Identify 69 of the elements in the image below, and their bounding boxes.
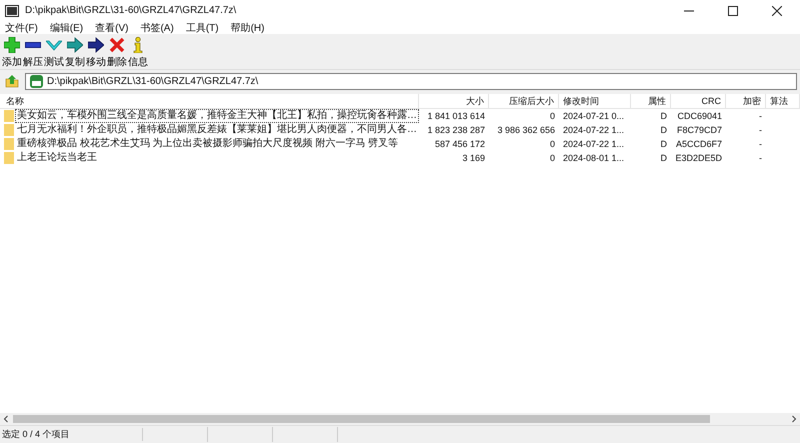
table-cell-text: A5CCD6F7 bbox=[674, 138, 723, 151]
info-icon bbox=[132, 37, 144, 53]
column-header[interactable]: 属性 bbox=[631, 94, 671, 108]
folder-icon bbox=[4, 138, 14, 150]
table-cell-text: 587 456 172 bbox=[434, 138, 486, 151]
menu-item[interactable]: 帮助(H) bbox=[230, 20, 264, 34]
table-cell-text: F8C79CD7 bbox=[676, 124, 723, 137]
table-cell-text: 2024-07-21 0... bbox=[562, 110, 626, 123]
column-header[interactable]: 算法 bbox=[766, 94, 800, 108]
column-header[interactable]: 大小 bbox=[419, 94, 489, 108]
menu-item[interactable]: 文件(F) bbox=[5, 20, 38, 34]
folder-icon bbox=[4, 124, 14, 136]
arrow-icon bbox=[67, 37, 83, 53]
table-cell-text: - bbox=[758, 124, 763, 137]
archive-icon bbox=[30, 74, 43, 88]
status-text: 选定 0 / 4 个项目 bbox=[0, 428, 143, 441]
file-name[interactable]: 重磅核弹极品 校花艺术生艾玛 为上位出卖被摄影师骗拍大尺度视频 附六一字马 劈叉等 bbox=[15, 137, 400, 151]
toolbar-button[interactable]: 信息 bbox=[128, 37, 148, 69]
close-icon[interactable] bbox=[772, 6, 782, 16]
toolbar-button[interactable]: 移动 bbox=[86, 37, 106, 69]
table-cell-text: - bbox=[758, 110, 763, 123]
table-cell-text: D bbox=[660, 138, 668, 151]
table-cell-text: 0 bbox=[548, 110, 556, 123]
plus-icon bbox=[4, 37, 20, 53]
folder-icon bbox=[4, 152, 14, 164]
menu-item[interactable]: 查看(V) bbox=[95, 20, 128, 34]
table-cell-text: 2024-07-22 1... bbox=[562, 138, 626, 151]
column-header[interactable]: 加密 bbox=[726, 94, 766, 108]
folder-icon bbox=[4, 110, 14, 122]
table-cell-text: E3D2DE5D bbox=[674, 152, 723, 165]
file-name[interactable]: 上老王论坛当老王 bbox=[15, 151, 99, 165]
table-cell-text: CDC69041 bbox=[676, 110, 723, 123]
table-cell-text: - bbox=[758, 138, 763, 151]
app-icon bbox=[5, 4, 19, 16]
toolbar-button[interactable]: 解压 bbox=[23, 37, 43, 69]
scroll-right-icon[interactable] bbox=[790, 415, 798, 423]
menu-item[interactable]: 书签(A) bbox=[140, 20, 174, 34]
table-cell-text: 2024-07-22 1... bbox=[562, 124, 626, 137]
cross-icon bbox=[109, 37, 125, 53]
file-name[interactable]: 七月无水福利！外企职员，推特极品媚黑反差婊【莱莱姐】堪比男人肉便器，不同男人各… bbox=[15, 123, 419, 137]
toolbar-button[interactable]: 测试 bbox=[44, 37, 64, 69]
menu-item[interactable]: 编辑(E) bbox=[50, 20, 84, 34]
scrollbar-thumb[interactable] bbox=[13, 415, 710, 423]
column-header[interactable]: 名称 bbox=[0, 94, 419, 108]
toolbar-button[interactable]: 复制 bbox=[65, 37, 85, 69]
table-cell-text: 0 bbox=[548, 138, 556, 151]
column-header[interactable]: 压缩后大小 bbox=[489, 94, 559, 108]
toolbar-button[interactable]: 删除 bbox=[107, 37, 127, 69]
column-header[interactable]: CRC bbox=[671, 94, 726, 108]
arrow-icon bbox=[88, 37, 104, 53]
maximize-icon[interactable] bbox=[728, 6, 738, 16]
window-title: D:\pikpak\Bit\GRZL\31-60\GRZL47\GRZL47.7z\ bbox=[25, 5, 236, 16]
file-name[interactable]: 美女如云，车模外围三线全是高质量名媛，推特金主大神【北王】私拍，操控玩肏各种露… bbox=[15, 109, 419, 123]
toolbar-button[interactable]: 添加 bbox=[2, 37, 22, 69]
table-cell-text: 0 bbox=[548, 152, 556, 165]
table-cell-text: 1 841 013 614 bbox=[426, 110, 486, 123]
scroll-left-icon[interactable] bbox=[2, 415, 10, 423]
table-cell-text: 3 986 362 656 bbox=[496, 124, 556, 137]
column-header[interactable]: 修改时间 bbox=[559, 94, 631, 108]
menu-item[interactable]: 工具(T) bbox=[186, 20, 219, 34]
table-cell-text: D bbox=[660, 124, 668, 137]
address-field[interactable]: D:\pikpak\Bit\GRZL\31-60\GRZL47\GRZL47.7z\ bbox=[25, 72, 797, 90]
table-cell-text: 3 169 bbox=[461, 152, 486, 165]
table-cell-text: 1 823 238 287 bbox=[426, 124, 486, 137]
table-cell-text: D bbox=[660, 110, 668, 123]
table-cell-text: D bbox=[660, 152, 668, 165]
table-cell-text: 2024-08-01 1... bbox=[562, 152, 626, 165]
up-folder-icon[interactable] bbox=[5, 74, 19, 88]
table-cell-text: - bbox=[758, 152, 763, 165]
